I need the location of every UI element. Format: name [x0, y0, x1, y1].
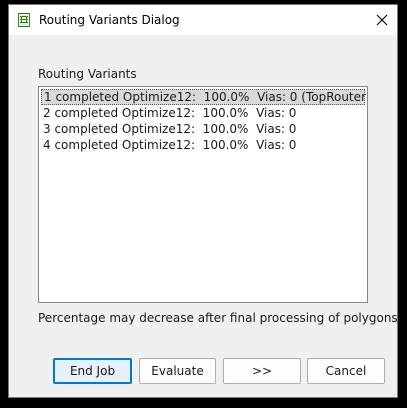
routing-variants-dialog: Routing Variants Dialog Routing Variants… [8, 4, 402, 398]
dialog-title: Routing Variants Dialog [39, 13, 180, 27]
polygon-note: Percentage may decrease after final proc… [38, 311, 402, 325]
board-router-icon [18, 13, 30, 27]
close-button[interactable] [367, 5, 397, 35]
next-button[interactable]: >> [223, 358, 301, 384]
evaluate-button[interactable]: Evaluate [139, 358, 216, 384]
list-item[interactable]: 3 completed Optimize12: 100.0% Vias: 0 [41, 121, 365, 137]
routing-variants-label: Routing Variants [38, 67, 137, 81]
routing-variants-list[interactable]: 1 completed Optimize12: 100.0% Vias: 0 (… [38, 86, 368, 303]
list-item[interactable]: 1 completed Optimize12: 100.0% Vias: 0 (… [41, 89, 367, 105]
close-icon [376, 14, 388, 26]
list-item[interactable]: 2 completed Optimize12: 100.0% Vias: 0 [41, 105, 365, 121]
title-bar[interactable]: Routing Variants Dialog [9, 5, 397, 35]
list-item[interactable]: 4 completed Optimize12: 100.0% Vias: 0 [41, 137, 365, 153]
end-job-button[interactable]: End Job [53, 358, 132, 384]
cancel-button[interactable]: Cancel [307, 358, 385, 384]
